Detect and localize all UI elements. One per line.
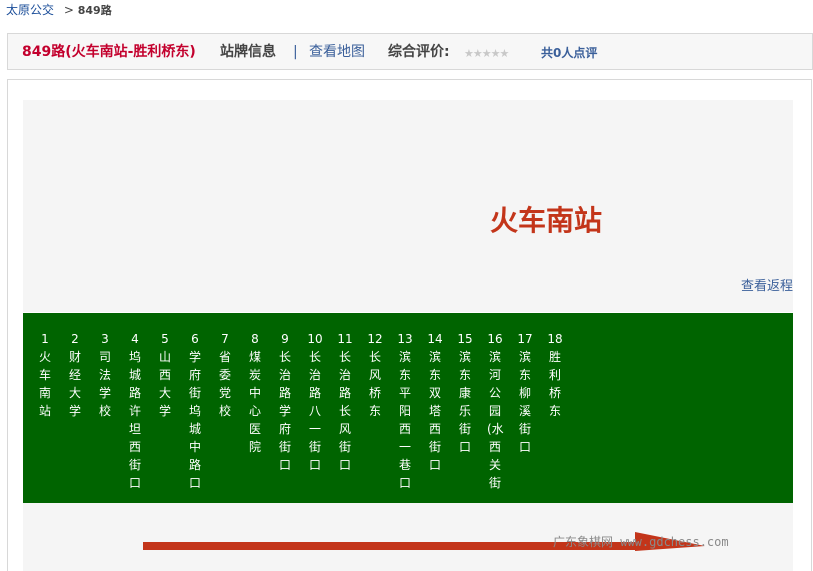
station-area: 火车南站 查看返程 [23,100,793,312]
view-map-link[interactable]: 查看地图 [309,43,365,61]
stop-number: 13 [397,332,413,346]
station-info-label: 站牌信息 [220,44,276,60]
stop-item[interactable]: 9 长治路学府街口 [277,330,293,474]
header-divider: | [293,44,298,60]
breadcrumb-current: 849路 [77,4,112,17]
stop-item[interactable]: 1 火车南站 [37,330,53,420]
stop-number: 11 [337,332,353,346]
stop-name: 滨东双塔西街口 [428,350,441,472]
stop-number: 6 [191,332,199,346]
stop-number: 3 [101,332,109,346]
breadcrumb-separator: > [63,3,74,17]
stop-item[interactable]: 11 长治路长风街口 [337,330,353,474]
stop-name: 学府街坞城中路口 [188,350,201,490]
stop-name: 煤炭中心医院 [248,350,261,454]
stop-list: 1 火车南站 2 财经大学 3 司法学校 4 坞城路许坦西街口 5 山西大学 6 学府街坞城中路口 7 省… [23,313,793,503]
stop-item[interactable]: 14 滨东双塔西街口 [427,330,443,474]
stop-name: 长治路八一街口 [308,350,321,472]
stop-item[interactable]: 15 滨东康乐街口 [457,330,473,456]
stop-name: 胜利桥东 [548,350,561,418]
stop-number: 5 [161,332,169,346]
stop-number: 16 [487,332,503,346]
stop-item[interactable]: 6 学府街坞城中路口 [187,330,203,492]
stop-number: 17 [517,332,533,346]
stop-number: 12 [367,332,383,346]
stop-item[interactable]: 10 长治路八一街口 [307,330,323,474]
stop-number: 18 [547,332,563,346]
stop-item[interactable]: 17 滨东柳溪街口 [517,330,533,456]
route-title: 849路(火车南站-胜利桥东) [22,44,196,60]
stop-number: 2 [71,332,79,346]
stop-number: 9 [281,332,289,346]
stop-name: 滨河公园(水西关街 [487,350,504,490]
stop-item[interactable]: 3 司法学校 [97,330,113,420]
stop-name: 省委党校 [218,350,231,418]
stop-name: 长风桥东 [368,350,381,418]
view-return-route-link[interactable]: 查看返程 [741,275,793,294]
stop-number: 7 [221,332,229,346]
rating-stars-icon[interactable]: ★★★★★ [464,45,509,63]
stop-item[interactable]: 18 胜利桥东 [547,330,563,420]
stop-number: 1 [41,332,49,346]
stop-name: 长治路长风街口 [338,350,351,472]
watermark: 广东象棋网 www.gdchess.com [553,535,729,549]
stop-name: 坞城路许坦西街口 [128,350,141,490]
stop-item[interactable]: 2 财经大学 [67,330,83,420]
stop-item[interactable]: 4 坞城路许坦西街口 [127,330,143,492]
stop-number: 8 [251,332,259,346]
stop-name: 长治路学府街口 [278,350,291,472]
stop-item[interactable]: 13 滨东平阳西一巷口 [397,330,413,492]
stop-name: 滨东柳溪街口 [518,350,531,454]
stop-number: 4 [131,332,139,346]
stop-name: 滨东平阳西一巷口 [398,350,411,490]
stop-item[interactable]: 12 长风桥东 [367,330,383,420]
stop-number: 14 [427,332,443,346]
stop-number: 10 [307,332,323,346]
stop-name: 滨东康乐街口 [458,350,471,454]
stop-name: 财经大学 [68,350,81,418]
stop-item[interactable]: 7 省委党校 [217,330,233,420]
stop-name: 火车南站 [38,350,51,418]
stop-name: 山西大学 [158,350,171,418]
rating-label: 综合评价: [388,44,450,60]
route-header: 849路(火车南站-胜利桥东) 站牌信息 | 查看地图 综合评价: ★★★★★ … [7,33,813,70]
stop-item[interactable]: 16 滨河公园(水西关街 [487,330,504,492]
route-direction-area: 广东象棋网 www.gdchess.com [23,503,793,571]
stop-item[interactable]: 8 煤炭中心医院 [247,330,263,456]
stop-item[interactable]: 5 山西大学 [157,330,173,420]
breadcrumb: 太原公交 > 849路 [6,2,112,18]
current-station-name: 火车南站 [490,204,603,237]
stop-name: 司法学校 [98,350,111,418]
breadcrumb-home-link[interactable]: 太原公交 [6,3,54,17]
review-count-link[interactable]: 共0人点评 [541,44,597,62]
stop-number: 15 [457,332,473,346]
